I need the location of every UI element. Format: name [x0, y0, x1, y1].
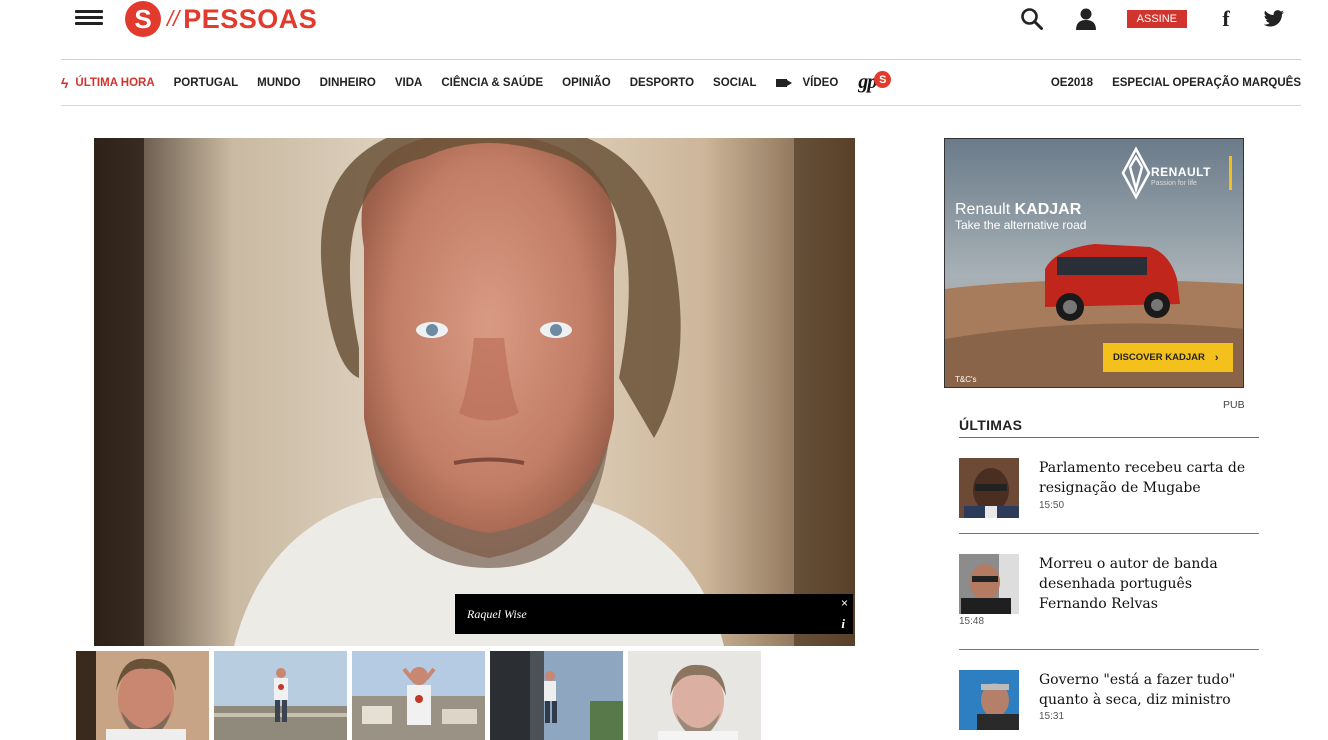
news-item[interactable]: Governo "está a fazer tudo" quanto à sec… [959, 670, 1259, 730]
logo-slashes: // [167, 6, 180, 31]
ad-label: PUB [1223, 399, 1245, 411]
top-header: S // PESSOAS ASSINE f [61, 0, 1301, 60]
nav-item-especial-operacao-marques[interactable]: ESPECIAL OPERAÇÃO MARQUÊS [1112, 77, 1301, 89]
news-item[interactable]: Morreu o autor de banda desenhada portug… [959, 554, 1259, 627]
news-thumbnail [959, 458, 1019, 518]
nav-item-social[interactable]: SOCIAL [713, 77, 756, 89]
nav-item-oe2018[interactable]: OE2018 [1051, 77, 1093, 89]
ad-brand: RENAULT [1151, 165, 1211, 179]
photo-caption: Raquel Wise × i [455, 594, 853, 634]
ad-terms[interactable]: T&C's [955, 375, 977, 384]
nav-right-group: OE2018 ESPECIAL OPERAÇÃO MARQUÊS [1051, 77, 1301, 89]
gallery-thumbnail[interactable] [490, 651, 623, 740]
nav-item-opiniao[interactable]: OPINIÃO [562, 77, 611, 89]
ad-subtitle: Take the alternative road [955, 218, 1087, 232]
nav-item-mundo[interactable]: MUNDO [257, 77, 300, 89]
news-time: 15:48 [959, 616, 985, 627]
subscribe-button[interactable]: ASSINE [1126, 10, 1187, 28]
ad-cta-label: DISCOVER KADJAR [1113, 352, 1205, 363]
nav-item-video[interactable]: VÍDEO [775, 76, 839, 89]
nav-item-vida[interactable]: VIDA [395, 77, 422, 89]
gps-logo-badge: S [874, 71, 892, 88]
caption-text: Raquel Wise [467, 607, 527, 621]
divider [959, 437, 1259, 438]
nav-item-ultima-hora[interactable]: ϟ ÚLTIMA HORA [61, 75, 155, 91]
close-icon[interactable]: × [841, 596, 848, 610]
gallery-thumbnail[interactable] [76, 651, 209, 740]
main-photo[interactable] [94, 138, 855, 646]
nav-item-ciencia-saude[interactable]: CIÊNCIA & SAÚDE [441, 77, 543, 89]
news-thumbnail [959, 670, 1019, 730]
twitter-icon[interactable] [1261, 6, 1287, 32]
gallery-thumbnail[interactable] [352, 651, 485, 740]
gallery-thumbnails [76, 651, 766, 740]
nav-item-label: ÚLTIMA HORA [75, 76, 155, 89]
gallery-thumbnail[interactable] [628, 651, 761, 740]
logo-s-badge: S [125, 1, 161, 37]
ad-tagline: Passion for life [1151, 180, 1197, 187]
divider [959, 533, 1259, 534]
lightning-icon: ϟ [61, 74, 69, 91]
gallery-thumbnail[interactable] [214, 651, 347, 740]
news-time: 15:31 [1039, 711, 1065, 722]
chevron-right-icon: › [1214, 351, 1219, 364]
nav-item-portugal[interactable]: PORTUGAL [174, 77, 239, 89]
ad-accent-bar [1229, 156, 1232, 190]
ad-cta-button[interactable]: DISCOVER KADJAR › [1103, 343, 1233, 372]
ad-title: Renault KADJAR [955, 201, 1081, 219]
main-nav: ϟ ÚLTIMA HORA PORTUGAL MUNDO DINHEIRO VI… [61, 60, 1301, 106]
info-icon[interactable]: i [841, 616, 845, 632]
search-icon[interactable] [1019, 6, 1045, 32]
header-actions: ASSINE f [1019, 6, 1287, 32]
advertisement-banner[interactable]: RENAULT Passion for life Renault KADJAR … [944, 138, 1244, 388]
news-thumbnail [959, 554, 1019, 614]
logo-text: PESSOAS [183, 3, 318, 34]
news-title: Parlamento recebeu carta de resignação d… [1039, 460, 1246, 496]
gps-logo[interactable]: gp S [858, 71, 892, 94]
news-time: 15:50 [1039, 500, 1065, 511]
ad-title-light: Renault [955, 201, 1011, 218]
nav-item-dinheiro[interactable]: DINHEIRO [320, 77, 376, 89]
nav-item-label: VÍDEO [802, 76, 839, 89]
ad-title-bold: KADJAR [1014, 201, 1082, 218]
news-title: Morreu o autor de banda desenhada portug… [1039, 556, 1218, 612]
news-title: Governo "está a fazer tudo" quanto à sec… [1039, 672, 1236, 708]
site-logo[interactable]: S // PESSOAS [125, 0, 317, 38]
nav-item-desporto[interactable]: DESPORTO [630, 77, 694, 89]
news-item[interactable]: Parlamento recebeu carta de resignação d… [959, 458, 1259, 518]
user-icon[interactable] [1073, 6, 1099, 32]
divider [959, 649, 1259, 650]
menu-icon[interactable] [75, 10, 103, 26]
latest-news-heading: ÚLTIMAS [959, 417, 1023, 433]
facebook-icon[interactable]: f [1213, 6, 1239, 32]
video-camera-icon [775, 78, 792, 87]
